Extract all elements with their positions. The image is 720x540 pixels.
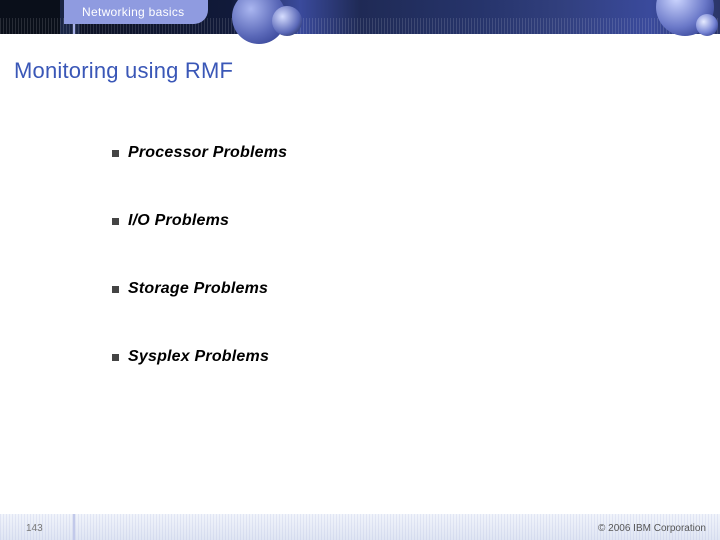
list-item: Sysplex Problems (112, 348, 632, 366)
header-section-tab: Networking basics (64, 0, 208, 24)
bullet-label: Processor Problems (128, 144, 287, 162)
footer-divider-line (73, 514, 75, 540)
list-item: Processor Problems (112, 144, 632, 162)
header-section-label: Networking basics (82, 5, 184, 19)
bullet-label: I/O Problems (128, 212, 229, 230)
bullet-list: Processor Problems I/O Problems Storage … (112, 144, 632, 416)
bullet-label: Storage Problems (128, 280, 268, 298)
page-number: 143 (26, 523, 43, 534)
bullet-square-icon (112, 286, 119, 293)
list-item: I/O Problems (112, 212, 632, 230)
decorative-sphere-icon (696, 14, 718, 36)
bullet-square-icon (112, 150, 119, 157)
list-item: Storage Problems (112, 280, 632, 298)
slide-title: Monitoring using RMF (14, 58, 233, 84)
copyright-text: © 2006 IBM Corporation (598, 523, 706, 534)
bullet-square-icon (112, 354, 119, 361)
bullet-square-icon (112, 218, 119, 225)
bullet-label: Sysplex Problems (128, 348, 269, 366)
slide: Networking basics Monitoring using RMF P… (0, 0, 720, 540)
decorative-sphere-icon (272, 6, 302, 36)
